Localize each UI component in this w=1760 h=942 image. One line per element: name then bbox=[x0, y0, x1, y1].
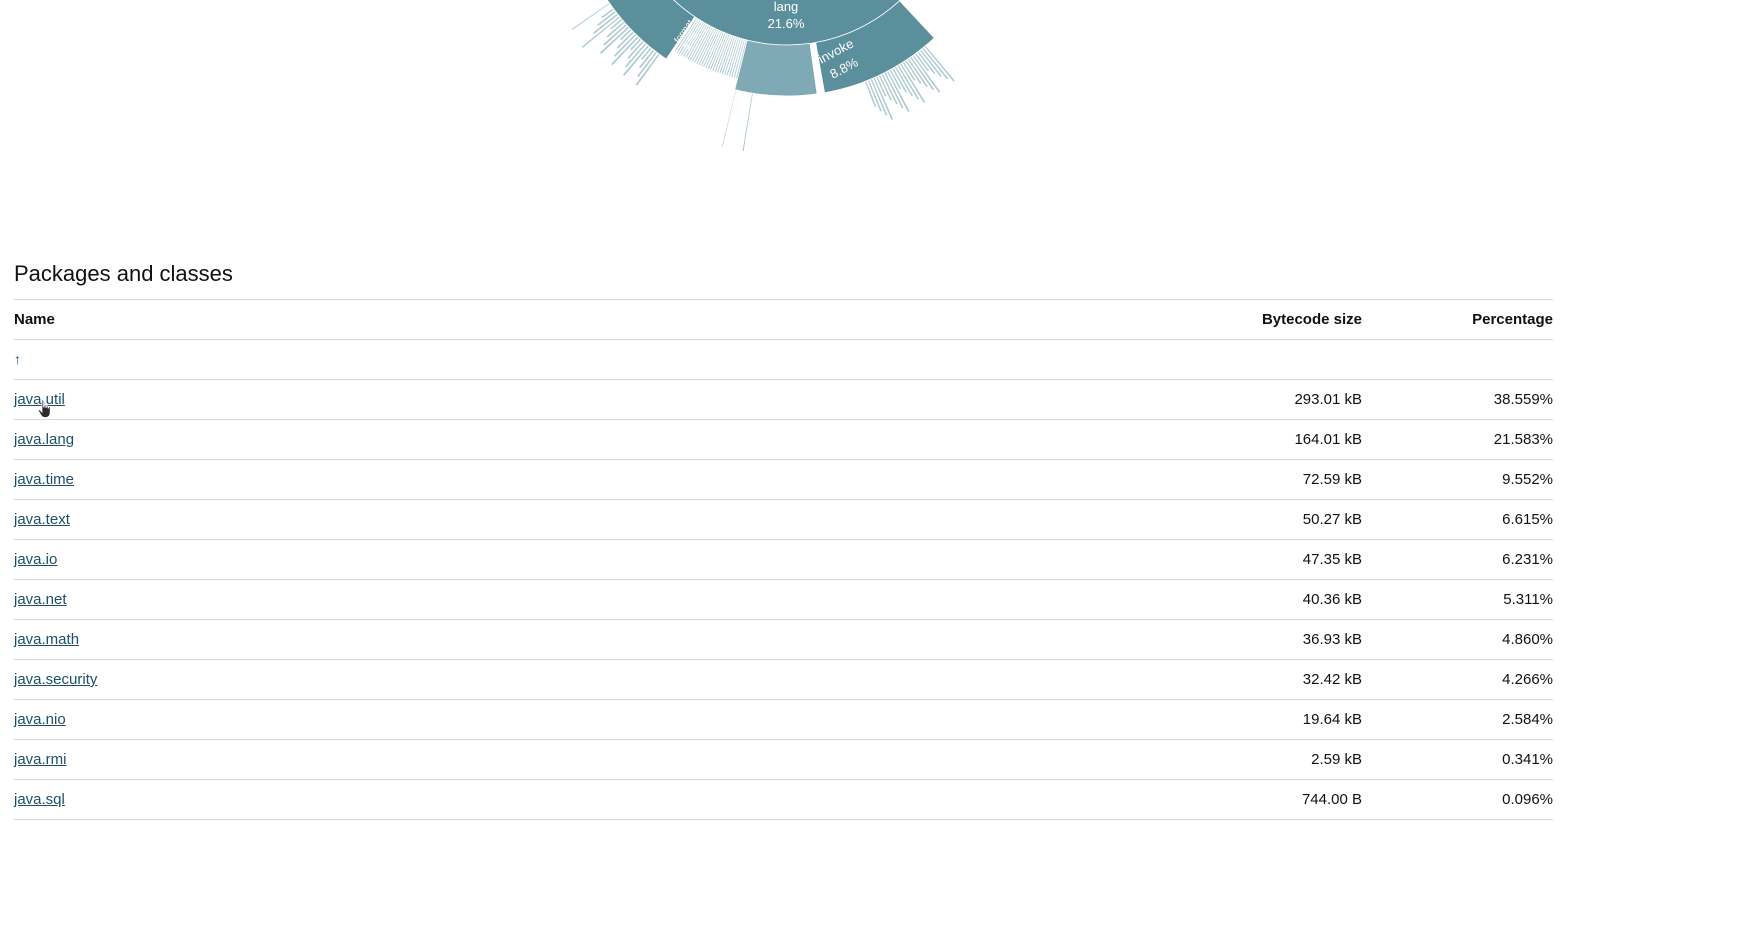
segment-ray[interactable] bbox=[741, 92, 754, 153]
hand-pointer-icon bbox=[37, 399, 51, 418]
percentage-cell: 9.552% bbox=[1362, 459, 1553, 500]
percentage-cell: 6.231% bbox=[1362, 539, 1553, 580]
bytecode-size-cell: 744.00 B bbox=[1164, 779, 1362, 820]
package-link[interactable]: java.net bbox=[14, 591, 67, 608]
bytecode-size-cell: 36.93 kB bbox=[1164, 619, 1362, 660]
sunburst-chart: lang 21.6% invoke 8.8% format 3.7% bbox=[0, 0, 1760, 240]
package-link[interactable]: java.security bbox=[14, 671, 97, 688]
package-name-cell: java.text bbox=[14, 499, 1164, 540]
header-bytecode-size[interactable]: Bytecode size bbox=[1164, 300, 1362, 340]
table-row: java.time 72.59 kB 9.552% bbox=[14, 459, 1553, 500]
bytecode-size-cell: 164.01 kB bbox=[1164, 419, 1362, 460]
bytecode-size-cell: 72.59 kB bbox=[1164, 459, 1362, 500]
package-link[interactable]: java.time bbox=[14, 471, 74, 488]
bytecode-size-cell: 47.35 kB bbox=[1164, 539, 1362, 580]
package-link[interactable]: java.text bbox=[14, 511, 70, 528]
header-name[interactable]: Name bbox=[14, 300, 1164, 340]
package-name-cell: java.rmi bbox=[14, 739, 1164, 780]
segment-label-lang: lang bbox=[774, 0, 799, 14]
package-link[interactable]: java.nio bbox=[14, 711, 66, 728]
bytecode-size-cell: 19.64 kB bbox=[1164, 699, 1362, 740]
percentage-cell: 6.615% bbox=[1362, 499, 1553, 540]
package-name-cell: java.nio bbox=[14, 699, 1164, 740]
percentage-cell: 0.096% bbox=[1362, 779, 1553, 820]
table-header-row: Name Bytecode size Percentage bbox=[14, 300, 1553, 340]
section-title: Packages and classes bbox=[14, 257, 1553, 300]
segment-ray[interactable] bbox=[720, 89, 738, 148]
package-name-cell: java.net bbox=[14, 579, 1164, 620]
table-row: java.util 293.01 kB 38.559% bbox=[14, 379, 1553, 420]
package-name-cell: java.security bbox=[14, 659, 1164, 700]
package-name-cell: java.time bbox=[14, 459, 1164, 500]
package-link[interactable]: java.rmi bbox=[14, 751, 67, 768]
bytecode-size-cell: 40.36 kB bbox=[1164, 579, 1362, 620]
bytecode-size-cell: 50.27 kB bbox=[1164, 499, 1362, 540]
segment-lang-children[interactable] bbox=[734, 39, 818, 97]
table-row: java.sql 744.00 B 0.096% bbox=[14, 779, 1553, 820]
up-row: ↑ bbox=[14, 339, 1553, 380]
bytecode-size-cell: 293.01 kB bbox=[1164, 379, 1362, 420]
percentage-cell: 2.584% bbox=[1362, 699, 1553, 740]
up-cell: ↑ bbox=[14, 339, 1164, 380]
package-link[interactable]: java.math bbox=[14, 631, 79, 648]
package-name-cell: java.sql bbox=[14, 779, 1164, 820]
bytecode-size-cell: 32.42 kB bbox=[1164, 659, 1362, 700]
segment-value-lang: 21.6% bbox=[768, 16, 805, 31]
package-name-cell: java.util bbox=[14, 379, 1164, 420]
sunburst-svg: lang21.6%invoke8.8%format3.7% bbox=[570, 0, 956, 153]
percentage-cell: 4.266% bbox=[1362, 659, 1553, 700]
package-link[interactable]: java.io bbox=[14, 551, 57, 568]
package-name-cell: java.math bbox=[14, 619, 1164, 660]
header-percentage[interactable]: Percentage bbox=[1362, 300, 1553, 340]
percentage-cell: 0.341% bbox=[1362, 739, 1553, 780]
table-row: java.math 36.93 kB 4.860% bbox=[14, 619, 1553, 660]
page: lang 21.6% invoke 8.8% format 3.7% Packages a… bbox=[0, 0, 1760, 942]
packages-section: Packages and classes Name Bytecode size … bbox=[14, 257, 1553, 820]
percentage-cell: 38.559% bbox=[1362, 379, 1553, 420]
package-name-cell: java.lang bbox=[14, 419, 1164, 460]
table-row: java.io 47.35 kB 6.231% bbox=[14, 539, 1553, 580]
package-name-cell: java.io bbox=[14, 539, 1164, 580]
table-row: java.net 40.36 kB 5.311% bbox=[14, 579, 1553, 620]
percentage-cell: 5.311% bbox=[1362, 579, 1553, 620]
package-link[interactable]: java.sql bbox=[14, 791, 65, 808]
packages-table: Name Bytecode size Percentage ↑ java.uti… bbox=[14, 300, 1553, 820]
table-row: java.text 50.27 kB 6.615% bbox=[14, 499, 1553, 540]
bytecode-size-cell: 2.59 kB bbox=[1164, 739, 1362, 780]
table-row: java.security 32.42 kB 4.266% bbox=[14, 659, 1553, 700]
percentage-cell: 4.860% bbox=[1362, 619, 1553, 660]
table-row: java.lang 164.01 kB 21.583% bbox=[14, 419, 1553, 460]
table-row: java.rmi 2.59 kB 0.341% bbox=[14, 739, 1553, 780]
up-link[interactable]: ↑ bbox=[14, 351, 21, 367]
table-row: java.nio 19.64 kB 2.584% bbox=[14, 699, 1553, 740]
package-link[interactable]: java.lang bbox=[14, 431, 74, 448]
percentage-cell: 21.583% bbox=[1362, 419, 1553, 460]
